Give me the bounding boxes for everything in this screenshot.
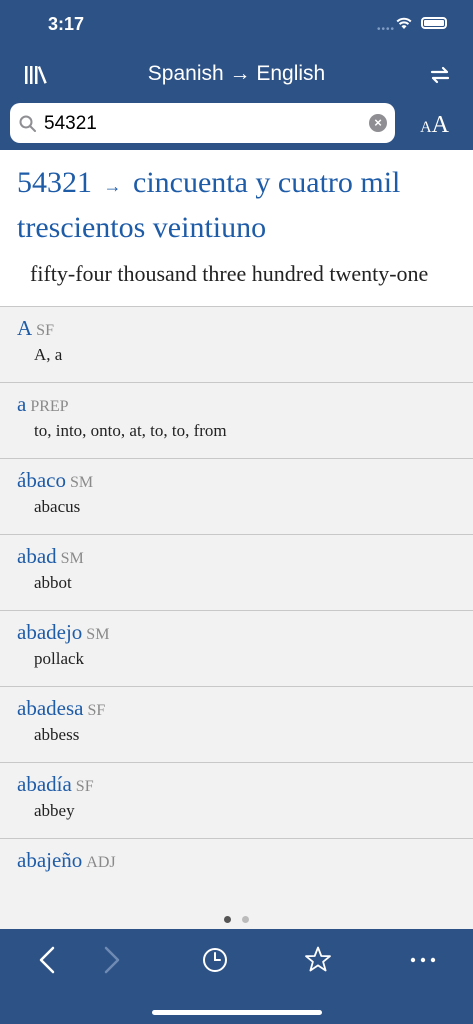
cellular-signal-icon: •••• bbox=[376, 24, 395, 35]
home-indicator bbox=[152, 1010, 322, 1015]
back-icon[interactable] bbox=[33, 945, 63, 975]
nav-title: Spanish → English bbox=[147, 62, 326, 85]
entry-definition: abbot bbox=[34, 573, 72, 592]
clear-search-icon[interactable]: × bbox=[369, 114, 387, 132]
list-item[interactable]: abajeño ADJ bbox=[0, 839, 473, 910]
entry-pos: SM bbox=[60, 550, 84, 567]
entry-headword: abadesa bbox=[17, 696, 84, 720]
entry-headword: abadejo bbox=[17, 620, 83, 644]
list-item[interactable]: abadesa SF abbess bbox=[0, 687, 473, 763]
list-item[interactable]: a PREP to, into, onto, at, to, to, from bbox=[0, 383, 473, 459]
bottom-toolbar bbox=[0, 929, 473, 1024]
arrow-icon: → bbox=[103, 176, 122, 196]
number-english: fifty-four thousand three hundred twenty… bbox=[30, 261, 429, 286]
swap-languages-icon[interactable] bbox=[429, 64, 451, 86]
search-query: 54321 bbox=[44, 113, 97, 134]
list-item[interactable]: ábaco SM abacus bbox=[0, 459, 473, 535]
battery-icon bbox=[421, 17, 447, 29]
entry-headword: abad bbox=[17, 544, 57, 568]
entry-pos: SF bbox=[75, 778, 94, 795]
entry-definition: abbey bbox=[34, 801, 75, 820]
list-item[interactable]: abadía SF abbey bbox=[0, 763, 473, 839]
entry-pos: SM bbox=[69, 474, 94, 491]
page-dot-active bbox=[224, 916, 231, 923]
entry-pos: PREP bbox=[30, 398, 69, 415]
entry-pos: SF bbox=[36, 322, 54, 339]
list-item[interactable]: A SF A, a bbox=[0, 307, 473, 383]
page-dot bbox=[242, 916, 249, 923]
search-input[interactable]: 54321 × bbox=[10, 103, 395, 143]
history-icon[interactable] bbox=[200, 945, 230, 975]
entry-headword: A bbox=[17, 316, 33, 340]
wifi-icon bbox=[396, 17, 412, 29]
entry-headword: a bbox=[17, 392, 27, 416]
search-bar: 54321 × AA bbox=[0, 100, 473, 150]
entry-definition: abacus bbox=[34, 497, 81, 516]
entry-pos: SM bbox=[86, 626, 110, 643]
entry-definition: to, into, onto, at, to, to, from bbox=[34, 421, 227, 440]
forward-icon[interactable] bbox=[96, 945, 126, 975]
entry-definition: pollack bbox=[34, 649, 85, 668]
status-time: 3:17 bbox=[48, 14, 85, 34]
font-size-button[interactable]: AA bbox=[420, 112, 449, 139]
entry-definition: abbess bbox=[34, 725, 80, 744]
font-size-small-label: A bbox=[420, 119, 432, 136]
nav-bar: Spanish → English bbox=[0, 50, 473, 100]
entry-headword: abajeño bbox=[17, 848, 83, 872]
number-value: 54321 bbox=[17, 166, 92, 199]
status-bar: 3:17 •••• bbox=[0, 0, 473, 50]
entry-headword: abadía bbox=[17, 772, 72, 796]
page-indicator[interactable] bbox=[0, 910, 473, 929]
favorites-star-icon[interactable] bbox=[303, 945, 333, 975]
results-list[interactable]: 54321 → cincuenta y cuatro mil trescient… bbox=[0, 150, 473, 910]
font-size-large-label: A bbox=[431, 112, 449, 138]
number-result-card: 54321 → cincuenta y cuatro mil trescient… bbox=[0, 150, 473, 307]
list-item[interactable]: abad SM abbot bbox=[0, 535, 473, 611]
search-icon bbox=[19, 115, 36, 132]
more-icon[interactable] bbox=[408, 945, 438, 975]
entry-pos: ADJ bbox=[86, 854, 116, 871]
entry-definition: A, a bbox=[34, 345, 63, 364]
list-item[interactable]: abadejo SM pollack bbox=[0, 611, 473, 687]
entry-pos: SF bbox=[87, 702, 106, 719]
entry-headword: ábaco bbox=[17, 468, 66, 492]
